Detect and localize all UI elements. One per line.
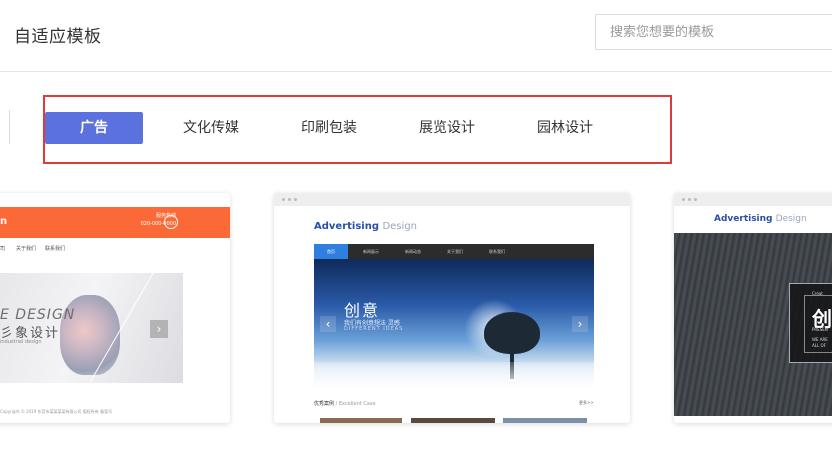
card2-brand-primary: Advertising <box>314 221 379 232</box>
window-dot-icon <box>682 198 685 201</box>
window-dot-icon <box>288 198 291 201</box>
card3-brand-primary: Advertising <box>714 214 773 224</box>
card2-case-label: 优秀案例 <box>314 401 335 407</box>
card2-nav-item: 新闻展示 <box>363 249 379 254</box>
window-dot-icon <box>282 198 285 201</box>
card1-header-bar: n 服务热线 020-000-0000 <box>0 207 230 238</box>
window-dot-icon <box>694 198 697 201</box>
card1-nav-item: 联系我们 <box>45 246 66 252</box>
search-input[interactable] <box>596 15 832 49</box>
card2-hero-en: DIFFERENT IDEAS <box>344 326 404 332</box>
tab-culture-media[interactable]: 文化传媒 <box>167 112 255 144</box>
window-dot-icon <box>294 198 297 201</box>
card3-logo-line: PRESEN <box>812 327 828 332</box>
tab-landscape-design[interactable]: 园林设计 <box>521 112 609 144</box>
cloud-layer <box>314 362 594 390</box>
card3-brand: Advertising Design <box>714 214 807 224</box>
card1-hero-image: E DESIGN 彡象设计 industrial design › <box>0 273 183 383</box>
browser-bar <box>274 193 630 206</box>
card2-nav-item: 联系我们 <box>489 249 505 254</box>
chevron-right-icon: › <box>572 316 588 332</box>
browser-bar <box>674 193 832 206</box>
tab-print-packaging[interactable]: 印刷包装 <box>285 112 373 144</box>
chevron-left-icon: ‹ <box>320 316 336 332</box>
card3-hero-image: Creat 创I PRESEN WE ARE ALL OF <box>674 233 832 416</box>
page-title: 自适应模板 <box>14 27 102 47</box>
header: 自适应模板 <box>0 0 832 72</box>
card3-brand-secondary: Design <box>775 214 807 224</box>
card3-logo-top: Creat <box>812 291 823 296</box>
card2-nav-item: 关于我们 <box>447 249 463 254</box>
left-divider <box>9 110 10 144</box>
card2-more-link: 更多>> <box>579 400 594 405</box>
tab-advertising[interactable]: 广告 <box>45 112 143 144</box>
case-thumbnail <box>411 418 495 423</box>
case-thumbnail <box>503 418 587 423</box>
card3-logo-line: WE ARE <box>812 337 828 342</box>
template-gallery-page: 自适应模板 广告 文化传媒 印刷包装 展览设计 园林设计 n 服务热线 020-… <box>0 0 832 472</box>
card1-hero-sub: industrial design <box>0 339 42 345</box>
card2-case-en: / Excellent Case <box>335 401 376 407</box>
card3-logo-line: ALL OF <box>812 343 826 348</box>
search-box[interactable] <box>595 14 832 50</box>
card2-brand: Advertising Design <box>314 221 417 232</box>
card2-hero-image: 创意 我们有创意想法 灵感 DIFFERENT IDEAS ‹ › <box>314 259 594 390</box>
card2-nav: 首页 新闻展示 新闻动态 关于我们 联系我们 <box>314 244 594 259</box>
template-card-1[interactable]: n 服务热线 020-000-0000 司 关于我们 联系我们 E DESIGN… <box>0 193 230 423</box>
card2-brand-secondary: Design <box>382 221 418 232</box>
card2-case-heading: 优秀案例 / Excellent Case <box>314 400 376 407</box>
tab-exhibition-design[interactable]: 展览设计 <box>403 112 491 144</box>
template-card-3[interactable]: Advertising Design Creat 创I PRESEN WE AR… <box>674 193 832 423</box>
card1-nav-item: 司 <box>0 246 6 252</box>
card2-nav-item: 新闻动态 <box>405 249 421 254</box>
card1-logo: n <box>0 216 8 227</box>
chevron-right-icon: › <box>150 320 168 338</box>
card2-nav-item: 首页 <box>314 244 348 259</box>
card1-nav-item: 关于我们 <box>16 246 37 252</box>
tree-image <box>484 312 540 354</box>
case-thumbnail <box>320 418 402 423</box>
window-dot-icon <box>688 198 691 201</box>
template-card-2[interactable]: Advertising Design 首页 新闻展示 新闻动态 关于我们 联系我… <box>274 193 630 423</box>
phone-icon <box>164 215 178 229</box>
card1-hero-en: E DESIGN <box>0 307 76 323</box>
card1-footer: Copyright © 2019 东莞市某某某某有限公司 版权所有 备案号 <box>0 409 113 414</box>
